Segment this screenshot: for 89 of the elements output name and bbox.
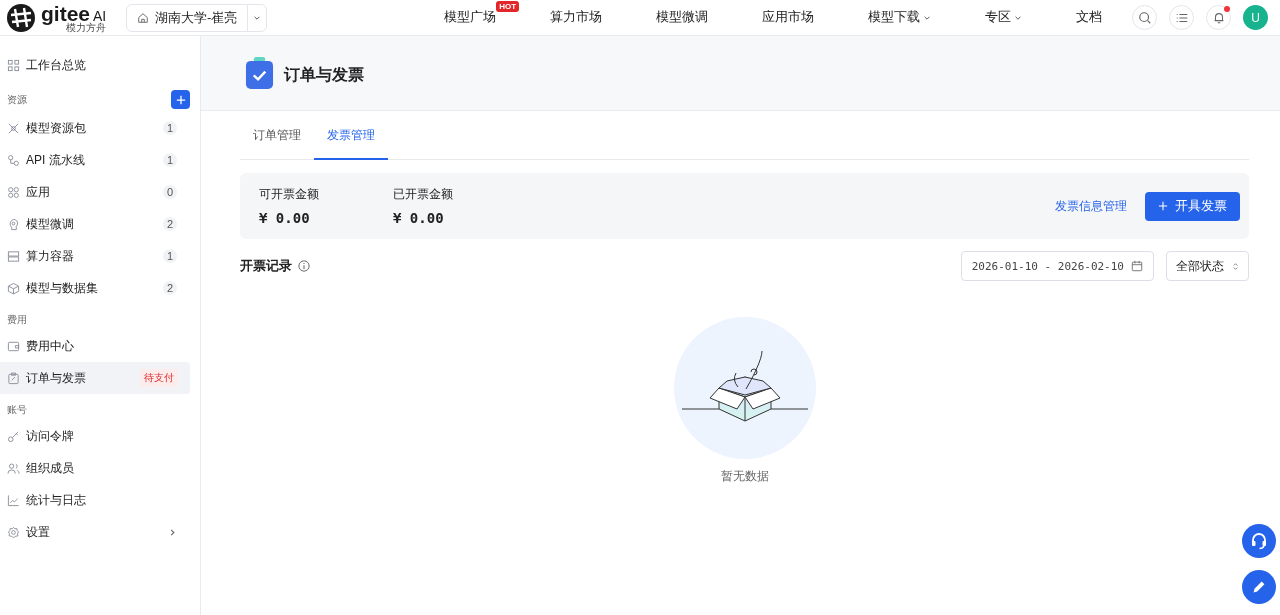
sidebar-item-label: 统计与日志 xyxy=(26,491,87,509)
grid-icon xyxy=(7,58,20,72)
nav-link[interactable]: 专区 xyxy=(985,9,1023,26)
search-button[interactable] xyxy=(1132,5,1157,30)
sidebar-item[interactable]: 设置 xyxy=(0,516,190,548)
gear-icon xyxy=(7,525,20,539)
sidebar-item-label: 算力容器 xyxy=(26,247,75,265)
sidebar-item[interactable]: 模型与数据集 2 xyxy=(0,272,190,304)
nav-link[interactable]: 模型下载 xyxy=(868,9,932,26)
key-icon xyxy=(7,429,20,443)
sidebar-item-label: 应用 xyxy=(26,183,51,201)
server-icon xyxy=(7,249,20,263)
org-name: 湖南大学-崔亮 xyxy=(155,8,238,27)
sidebar-item[interactable]: 模型微调 2 xyxy=(0,208,190,240)
nav-link[interactable]: 算力市场 xyxy=(550,9,603,26)
invoice-info-link[interactable]: 发票信息管理 xyxy=(1055,197,1127,215)
sidebar-item[interactable]: API 流水线 1 xyxy=(0,144,190,176)
clipboard-check-icon xyxy=(245,56,274,90)
sidebar-item[interactable]: 工作台总览 xyxy=(0,49,190,81)
logo-icon xyxy=(6,2,36,33)
empty-message: 暂无数据 xyxy=(720,468,769,485)
support-button[interactable] xyxy=(1242,524,1276,558)
nav-link[interactable]: 应用市场 xyxy=(762,9,815,26)
sidebar-item-label: 访问令牌 xyxy=(26,427,75,445)
sidebar-item[interactable]: 统计与日志 xyxy=(0,484,190,516)
stat-value: ¥ 0.00 xyxy=(259,210,311,226)
section-title: 开票记录 xyxy=(240,257,292,275)
apps-icon xyxy=(7,185,20,199)
date-range-field[interactable]: 2026-01-10 - 2026-02-10 xyxy=(960,251,1154,281)
info-icon xyxy=(298,260,310,272)
status-badge: 待支付 xyxy=(140,369,178,387)
sidebar-item-label: 组织成员 xyxy=(26,459,75,477)
item-count: 0 xyxy=(162,185,177,199)
sidebar-item[interactable]: 订单与发票 待支付 xyxy=(0,362,190,394)
logo-wordmark: gitee xyxy=(41,2,90,24)
sidebar-item-label: 订单与发票 xyxy=(26,369,87,387)
item-count: 1 xyxy=(162,153,177,167)
sidebar-item[interactable]: 费用中心 xyxy=(0,330,190,362)
sidebar-item[interactable]: 算力容器 1 xyxy=(0,240,190,272)
sidebar-item-label: 模型微调 xyxy=(26,215,75,233)
section-title: 资源 xyxy=(7,92,27,107)
tab[interactable]: 订单管理 xyxy=(240,112,314,160)
sidebar-item-label: 工作台总览 xyxy=(26,56,87,74)
users-icon xyxy=(7,461,20,475)
home-icon xyxy=(137,11,149,24)
sidebar-item-label: API 流水线 xyxy=(26,151,86,169)
sort-caret-icon xyxy=(1232,261,1239,271)
sidebar-item-label: 模型资源包 xyxy=(26,119,87,137)
sidebar-item[interactable]: 组织成员 xyxy=(0,452,190,484)
sidebar-item[interactable]: 应用 0 xyxy=(0,176,190,208)
nav-link[interactable]: 模型广场 xyxy=(444,9,497,26)
plus-icon xyxy=(175,94,186,105)
sidebar-item[interactable]: 访问令牌 xyxy=(0,420,190,452)
link-icon xyxy=(7,153,20,167)
item-count: 2 xyxy=(162,217,177,231)
search-icon xyxy=(1137,10,1152,25)
stat-value: ¥ 0.00 xyxy=(393,210,445,226)
chart-icon xyxy=(7,493,20,507)
list-button[interactable] xyxy=(1169,5,1194,30)
tab[interactable]: 发票管理 xyxy=(314,112,388,160)
edit-button[interactable] xyxy=(1242,570,1276,604)
add-button[interactable] xyxy=(171,90,190,109)
hot-badge: HOT xyxy=(496,1,520,12)
issue-invoice-button[interactable]: 开具发票 xyxy=(1145,191,1240,221)
cross-icon xyxy=(7,121,20,135)
logo-suffix: AI xyxy=(93,8,107,23)
sidebar-item-label: 模型与数据集 xyxy=(26,279,99,297)
notification-button[interactable] xyxy=(1206,5,1231,30)
item-count: 1 xyxy=(162,249,177,263)
wallet-icon xyxy=(7,339,20,353)
status-select[interactable]: 全部状态 xyxy=(1166,251,1249,281)
nav-link[interactable]: 模型微调 xyxy=(656,9,709,26)
plus-icon xyxy=(1158,201,1168,211)
nav-link[interactable]: 文档 xyxy=(1076,9,1103,26)
sidebar-item[interactable]: 模型资源包 1 xyxy=(0,112,190,144)
page-title: 订单与发票 xyxy=(284,64,364,85)
headset-icon xyxy=(1249,531,1269,551)
org-selector[interactable]: 湖南大学-崔亮 xyxy=(126,3,268,32)
sidebar-item-label: 费用中心 xyxy=(26,337,75,355)
calendar-icon xyxy=(1131,260,1143,272)
section-title: 费用 xyxy=(7,313,27,327)
cube-icon xyxy=(7,281,20,295)
stat-label: 可开票金额 xyxy=(259,186,319,203)
section-title: 账号 xyxy=(7,403,27,417)
item-count: 2 xyxy=(162,281,177,295)
item-count: 1 xyxy=(162,121,177,135)
stat-label: 已开票金额 xyxy=(393,186,453,203)
clip-icon xyxy=(7,371,20,385)
sidebar-item-label: 设置 xyxy=(26,523,51,541)
